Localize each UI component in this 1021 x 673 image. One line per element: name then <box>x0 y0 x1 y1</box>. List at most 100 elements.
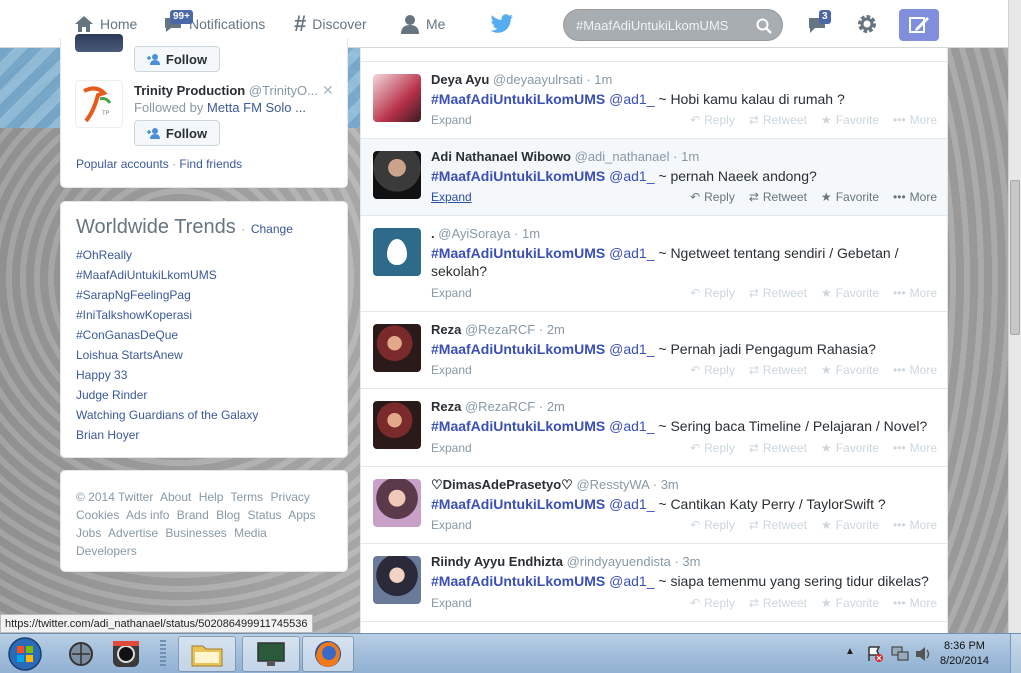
retweet-button[interactable]: ⇄ Retweet <box>749 113 807 127</box>
more-button[interactable]: ••• More <box>893 363 937 377</box>
footer-link-brand[interactable]: Brand <box>177 508 209 522</box>
tweet-author-handle[interactable]: @ResstyWA <box>576 477 649 492</box>
tweet-mention[interactable]: @ad1_ <box>609 573 654 589</box>
tweet-author-handle[interactable]: @deyaayulrsati <box>493 72 583 87</box>
avatar[interactable] <box>373 479 421 527</box>
favorite-button[interactable]: ★ Favorite <box>821 190 879 204</box>
trend-item[interactable]: #IniTalkshowKoperasi <box>76 308 192 322</box>
trend-item[interactable]: #OhReally <box>76 248 132 262</box>
search-input[interactable]: #MaafAdiUntukiLkomUMS <box>563 9 783 41</box>
tweet-expand-link[interactable]: Expand <box>431 518 472 532</box>
avatar[interactable] <box>373 324 421 372</box>
tweet-timestamp[interactable]: 1m <box>681 149 699 164</box>
retweet-button[interactable]: ⇄ Retweet <box>749 441 807 455</box>
reply-button[interactable]: ↶ Reply <box>690 363 735 377</box>
tweet[interactable]: Riindy Ayyu Endhizta @rindyayuendista · … <box>361 544 947 622</box>
follow-button-1[interactable]: Follow <box>134 46 220 72</box>
tweet-author-handle[interactable]: @AyiSoraya <box>438 226 510 241</box>
favorite-button[interactable]: ★ Favorite <box>821 363 879 377</box>
footer-link-help[interactable]: Help <box>199 490 224 504</box>
taskbar-app-monitor[interactable] <box>242 636 300 672</box>
taskbar-app-browser[interactable] <box>64 636 98 672</box>
more-button[interactable]: ••• More <box>893 286 937 300</box>
tweet-mention[interactable]: @ad1_ <box>609 418 654 434</box>
trend-item[interactable]: #MaafAdiUntukiLkomUMS <box>76 268 217 282</box>
tweet-hashtag[interactable]: #MaafAdiUntukiLkomUMS <box>431 168 605 184</box>
tweet-timestamp[interactable]: 3m <box>682 554 700 569</box>
reply-button[interactable]: ↶ Reply <box>690 596 735 610</box>
tweet-expand-link[interactable]: Expand <box>431 441 472 455</box>
reply-button[interactable]: ↶ Reply <box>690 113 735 127</box>
avatar[interactable] <box>373 401 421 449</box>
reply-button[interactable]: ↶ Reply <box>690 441 735 455</box>
footer-link-businesses[interactable]: Businesses <box>165 526 226 540</box>
tweet-timestamp[interactable]: 3m <box>661 477 679 492</box>
retweet-button[interactable]: ⇄ Retweet <box>749 286 807 300</box>
tweet-expand-link[interactable]: Expand <box>431 113 472 127</box>
tweet-author-name[interactable]: Reza <box>431 399 461 414</box>
footer-link-terms[interactable]: Terms <box>231 490 264 504</box>
tweet-expand-link[interactable]: Expand <box>431 190 472 204</box>
suggested-account-name[interactable]: Trinity Production <box>134 83 245 98</box>
followed-by-account[interactable]: Metta FM Solo ... <box>207 100 306 115</box>
tweet-timestamp[interactable]: 2m <box>547 322 565 337</box>
network-icon[interactable] <box>890 645 910 666</box>
tweet-hashtag[interactable]: #MaafAdiUntukiLkomUMS <box>431 341 605 357</box>
show-hidden-icons-arrow[interactable]: ▲ <box>845 646 855 657</box>
tweet-timestamp[interactable]: 2m <box>547 399 565 414</box>
tweet-hashtag[interactable]: #MaafAdiUntukiLkomUMS <box>431 91 605 107</box>
tweet-author-name[interactable]: ♡DimasAdePrasetyo♡ <box>431 477 573 492</box>
tweet[interactable]: ♡DimasAdePrasetyo♡ @ResstyWA · 3m #MaafA… <box>361 467 947 544</box>
avatar[interactable] <box>373 228 421 276</box>
taskbar-app-camera[interactable] <box>108 636 144 672</box>
tweet-mention[interactable]: @ad1_ <box>609 168 654 184</box>
more-button[interactable]: ••• More <box>893 190 937 204</box>
popular-accounts-link[interactable]: Popular accounts <box>76 157 169 171</box>
tweet-author-handle[interactable]: @rindyayuendista <box>567 554 671 569</box>
footer-link-about[interactable]: About <box>160 490 191 504</box>
footer-link-media[interactable]: Media <box>234 526 267 540</box>
trend-item[interactable]: Judge Rinder <box>76 388 147 402</box>
trend-item[interactable]: Happy 33 <box>76 368 127 382</box>
tweet-author-name[interactable]: Riindy Ayyu Endhizta <box>431 554 563 569</box>
tweet-mention[interactable]: @ad1_ <box>609 341 654 357</box>
tweet-mention[interactable]: @ad1_ <box>609 245 654 261</box>
more-button[interactable]: ••• More <box>893 113 937 127</box>
favorite-button[interactable]: ★ Favorite <box>821 441 879 455</box>
avatar-trinity-production[interactable]: TP <box>75 80 123 128</box>
tweet-timestamp[interactable]: 1m <box>594 72 612 87</box>
trend-item[interactable]: Brian Hoyer <box>76 428 139 442</box>
twitter-logo[interactable] <box>490 0 514 48</box>
tweet-author-name[interactable]: Adi Nathanael Wibowo <box>431 149 571 164</box>
tweet-timestamp[interactable]: 1m <box>522 226 540 241</box>
taskbar-clock[interactable]: 8:36 PM 8/20/2014 <box>940 639 989 669</box>
nav-me[interactable]: Me <box>400 0 445 48</box>
tweet[interactable]: . @AyiSoraya · 1m #MaafAdiUntukiLkomUMS … <box>361 216 947 312</box>
tweet-mention[interactable]: @ad1_ <box>609 496 654 512</box>
retweet-button[interactable]: ⇄ Retweet <box>749 596 807 610</box>
tweet-expand-link[interactable]: Expand <box>431 363 472 377</box>
trend-item[interactable]: Watching Guardians of the Galaxy <box>76 408 258 422</box>
tweet-hashtag[interactable]: #MaafAdiUntukiLkomUMS <box>431 573 605 589</box>
volume-icon[interactable] <box>914 645 932 666</box>
taskbar-app-firefox[interactable] <box>302 636 354 672</box>
favorite-button[interactable]: ★ Favorite <box>821 113 879 127</box>
retweet-button[interactable]: ⇄ Retweet <box>749 518 807 532</box>
tweet-author-handle[interactable]: @adi_nathanael <box>575 149 670 164</box>
avatar[interactable] <box>373 74 421 122</box>
footer-link-privacy[interactable]: Privacy <box>271 490 310 504</box>
tweet-author-name[interactable]: Deya Ayu <box>431 72 489 87</box>
compose-tweet-button[interactable] <box>899 9 939 41</box>
tweet[interactable]: Deya Ayu @deyaayulrsati · 1m #MaafAdiUnt… <box>361 62 947 139</box>
tweet-hashtag[interactable]: #MaafAdiUntukiLkomUMS <box>431 245 605 261</box>
more-button[interactable]: ••• More <box>893 518 937 532</box>
favorite-button[interactable]: ★ Favorite <box>821 596 879 610</box>
avatar[interactable] <box>373 556 421 604</box>
tweet[interactable]: Reza @RezaRCF · 2m #MaafAdiUntukiLkomUMS… <box>361 312 947 389</box>
more-button[interactable]: ••• More <box>893 596 937 610</box>
tweet-hashtag[interactable]: #MaafAdiUntukiLkomUMS <box>431 418 605 434</box>
follow-button-2[interactable]: Follow <box>134 120 220 146</box>
tweet-author-handle[interactable]: @RezaRCF <box>465 399 535 414</box>
tweet-expand-link[interactable]: Expand <box>431 596 472 610</box>
tweet-author-name[interactable]: Reza <box>431 322 461 337</box>
